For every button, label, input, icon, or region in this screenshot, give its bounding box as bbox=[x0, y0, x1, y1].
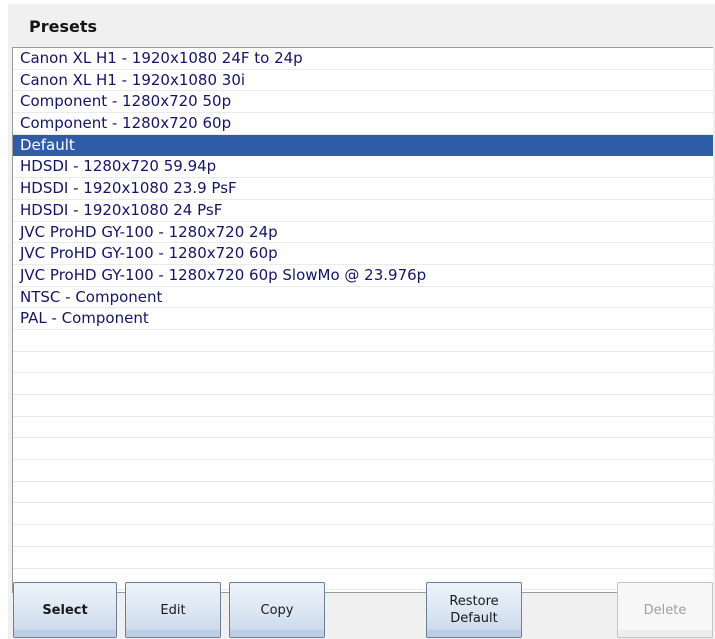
empty-list-row bbox=[13, 460, 713, 482]
preset-list-item[interactable]: Component - 1280x720 50p bbox=[13, 91, 713, 114]
empty-list-row bbox=[13, 330, 713, 352]
empty-list-row bbox=[13, 503, 713, 526]
panel-title: Presets bbox=[29, 17, 98, 36]
preset-list-item[interactable]: NTSC - Component bbox=[13, 287, 713, 309]
empty-list-row bbox=[13, 482, 713, 504]
empty-list-row bbox=[13, 547, 713, 569]
empty-list-row bbox=[13, 352, 713, 374]
preset-list-item[interactable]: HDSDI - 1920x1080 23.9 PsF bbox=[13, 178, 713, 200]
preset-list-item[interactable]: JVC ProHD GY-100 - 1280x720 60p bbox=[13, 243, 713, 265]
preset-list-item[interactable]: Component - 1280x720 60p bbox=[13, 113, 713, 135]
select-button[interactable]: Select bbox=[13, 582, 117, 638]
empty-list-row bbox=[13, 438, 713, 461]
empty-list-row bbox=[13, 569, 713, 591]
preset-list-item[interactable]: JVC ProHD GY-100 - 1280x720 60p SlowMo @… bbox=[13, 265, 713, 287]
preset-list-item[interactable]: Canon XL H1 - 1920x1080 30i bbox=[13, 70, 713, 92]
presets-panel: Presets Canon XL H1 - 1920x1080 24F to 2… bbox=[8, 4, 715, 639]
empty-list-row bbox=[13, 525, 713, 547]
preset-list-item[interactable]: HDSDI - 1920x1080 24 PsF bbox=[13, 200, 713, 222]
delete-button: Delete bbox=[617, 582, 713, 638]
preset-list-item[interactable]: Canon XL H1 - 1920x1080 24F to 24p bbox=[13, 48, 713, 70]
empty-list-row bbox=[13, 373, 713, 395]
restore-default-button[interactable]: Restore Default bbox=[426, 582, 522, 638]
preset-list-item[interactable]: PAL - Component bbox=[13, 308, 713, 330]
preset-list-item[interactable]: JVC ProHD GY-100 - 1280x720 24p bbox=[13, 222, 713, 244]
edit-button[interactable]: Edit bbox=[125, 582, 221, 638]
copy-button[interactable]: Copy bbox=[229, 582, 325, 638]
empty-list-row bbox=[13, 395, 713, 417]
preset-list-item[interactable]: Default bbox=[13, 134, 713, 157]
presets-list[interactable]: Canon XL H1 - 1920x1080 24F to 24p Canon … bbox=[12, 47, 713, 593]
preset-list-item[interactable]: HDSDI - 1280x720 59.94p bbox=[13, 156, 713, 179]
empty-list-row bbox=[13, 417, 713, 439]
